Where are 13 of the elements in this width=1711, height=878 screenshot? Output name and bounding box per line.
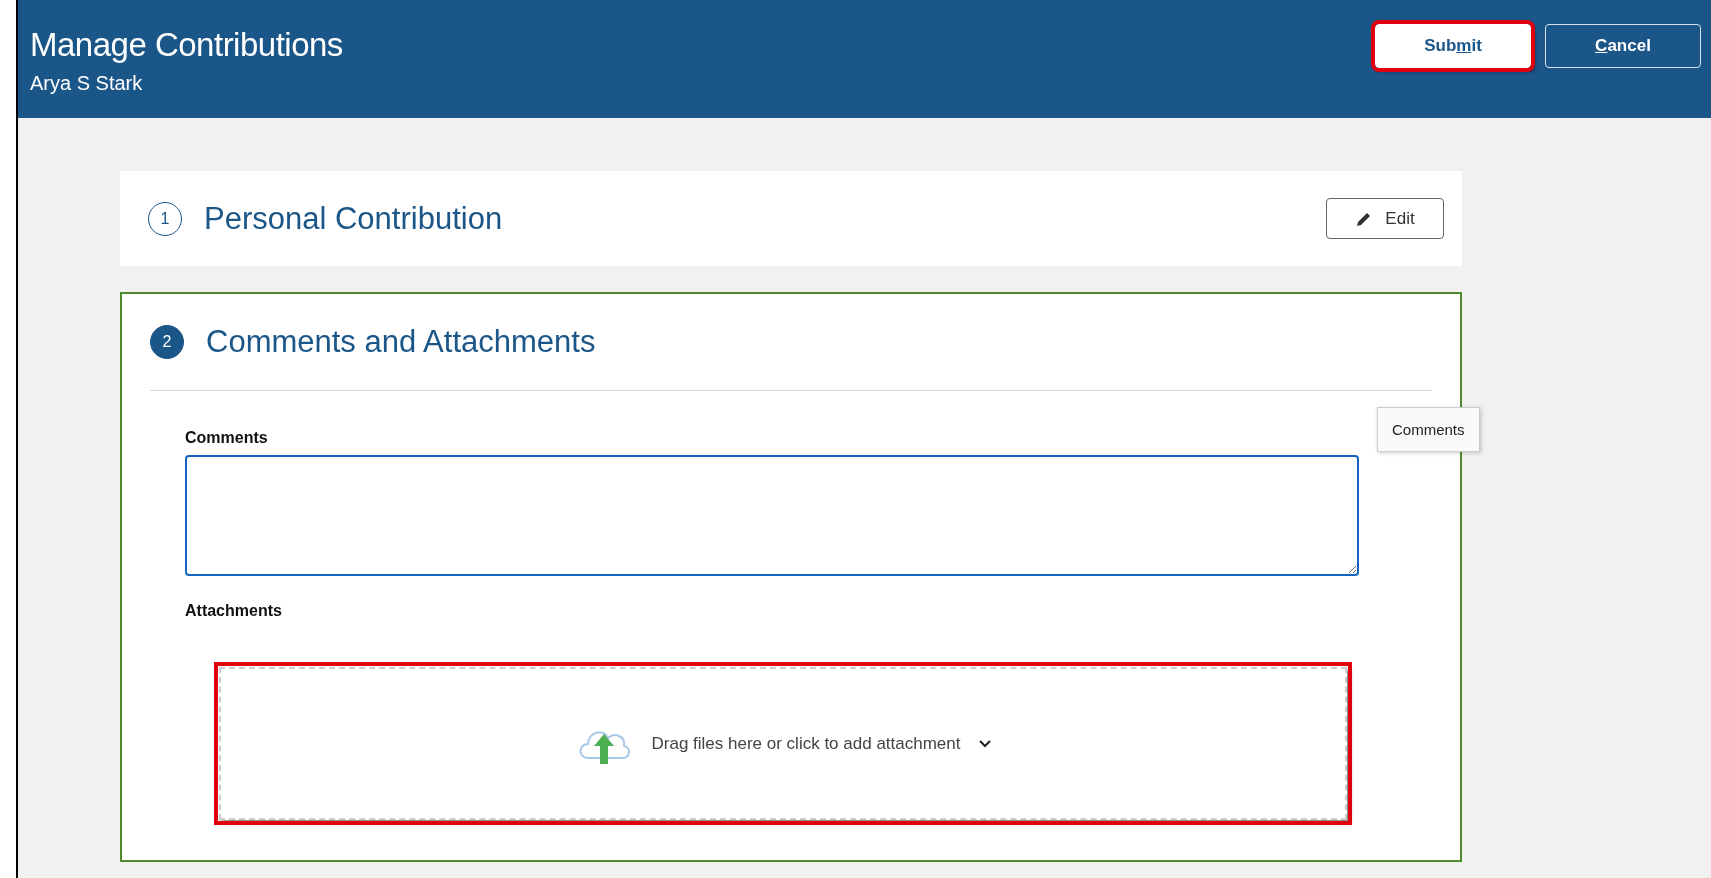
edit-button[interactable]: Edit: [1326, 198, 1444, 239]
comments-field[interactable]: [185, 455, 1359, 576]
person-name: Arya S Stark: [30, 72, 144, 95]
field-label: Attachments: [185, 602, 282, 620]
cancel-button[interactable]: Cancel: [1545, 24, 1701, 68]
tooltip: Comments: [1377, 407, 1480, 452]
page-title: Manage Contributions: [30, 26, 343, 64]
step-number: 2: [150, 325, 184, 359]
chevron-down-icon[interactable]: [978, 738, 993, 749]
section-title: Personal Contribution: [204, 200, 504, 237]
field-label: Comments: [185, 429, 268, 447]
dropzone-text: Drag files here or click to add attachment: [651, 733, 961, 754]
section-title: Comments and Attachments: [206, 324, 597, 360]
